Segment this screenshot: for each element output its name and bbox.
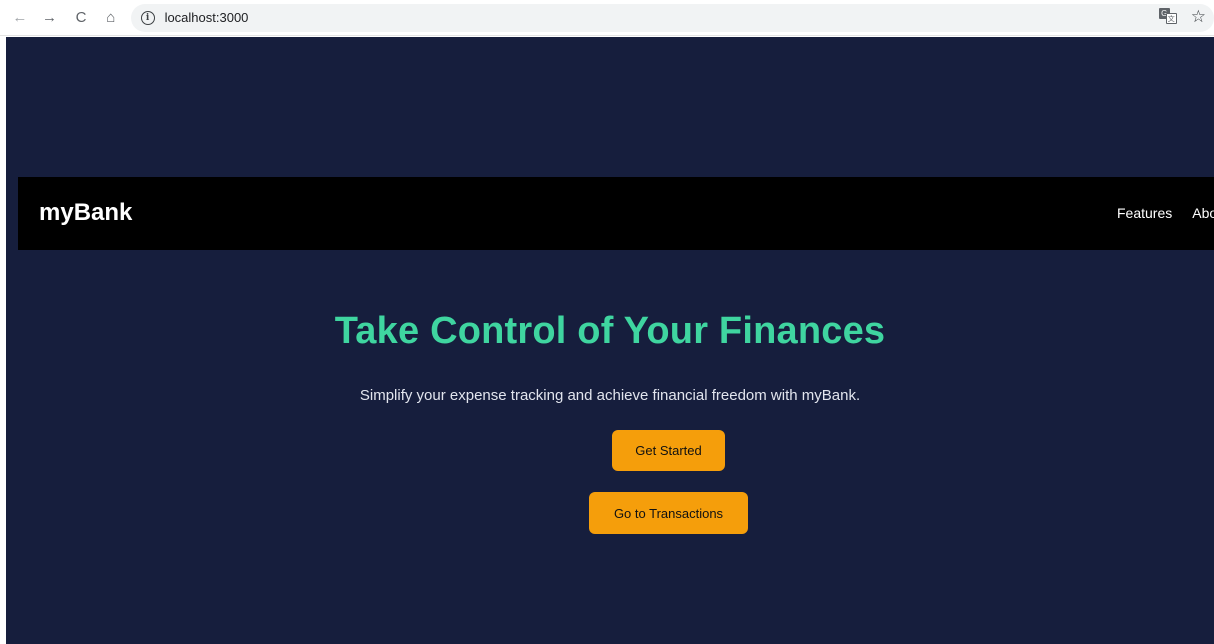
nav-link-about[interactable]: About [1192,205,1214,221]
nav-links: Features About [1117,205,1214,221]
address-bar-actions: G 文 ☆ [1158,8,1206,25]
bookmark-star-icon[interactable]: ☆ [1191,8,1206,25]
go-to-transactions-button[interactable]: Go to Transactions [589,492,748,534]
hero-subtitle: Simplify your expense tracking and achie… [359,387,861,404]
info-icon[interactable]: i [140,10,155,25]
reload-icon[interactable]: C [69,6,93,30]
hero-title: Take Control of Your Finances [334,310,886,352]
translate-icon[interactable]: G 文 [1158,8,1177,24]
back-arrow-icon[interactable]: ← [8,6,32,30]
address-bar[interactable]: i localhost:3000 G 文 ☆ [130,3,1214,32]
url-text[interactable]: localhost:3000 [165,10,249,25]
home-icon[interactable]: ⌂ [99,6,123,30]
translate-icon-target: 文 [1165,13,1177,24]
browser-toolbar: ← → C ⌂ i localhost:3000 G 文 ☆ [0,0,1214,36]
brand-logo[interactable]: myBank [39,199,132,227]
page-viewport: myBank Features About Take Control of Yo… [6,37,1214,644]
forward-arrow-icon[interactable]: → [38,6,62,30]
nav-link-features[interactable]: Features [1117,205,1172,221]
get-started-button[interactable]: Get Started [612,430,725,471]
site-navbar: myBank Features About [18,177,1214,250]
